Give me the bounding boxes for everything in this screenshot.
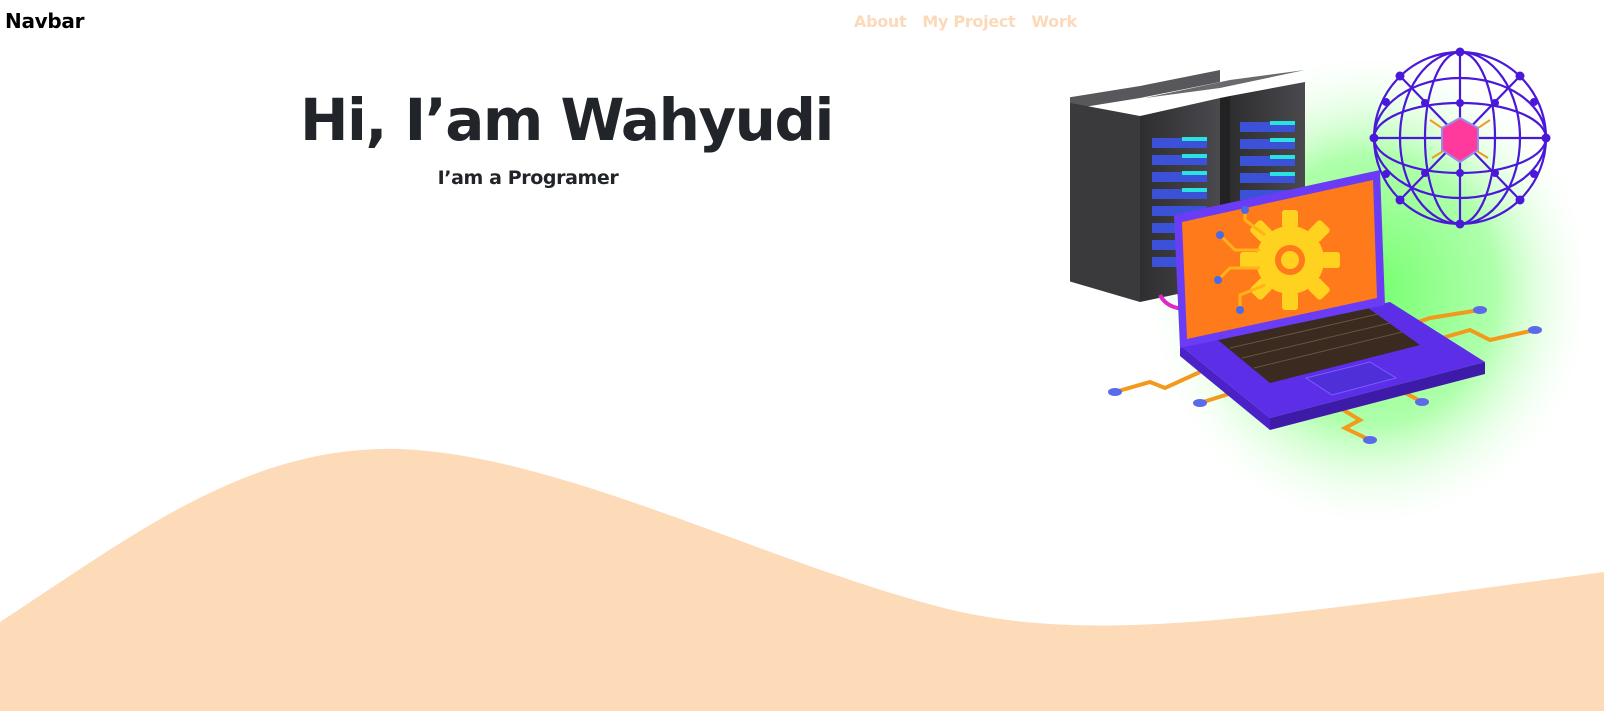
page: Navbar About My Project Work Hi, I’am Wa… bbox=[0, 0, 1604, 711]
nav-link-about[interactable]: About bbox=[854, 12, 907, 31]
gear-icon bbox=[1240, 210, 1340, 310]
nav-links: About My Project Work bbox=[854, 12, 1077, 31]
hero-subtitle: I’am a Programer bbox=[437, 167, 619, 189]
navbar-brand[interactable]: Navbar bbox=[5, 9, 84, 33]
server-laptop-network-illustration bbox=[1070, 40, 1580, 540]
nav-link-my-project[interactable]: My Project bbox=[922, 12, 1015, 31]
nav-link-work[interactable]: Work bbox=[1031, 12, 1077, 31]
hero-title: Hi, I’am Wahyudi bbox=[300, 86, 834, 154]
